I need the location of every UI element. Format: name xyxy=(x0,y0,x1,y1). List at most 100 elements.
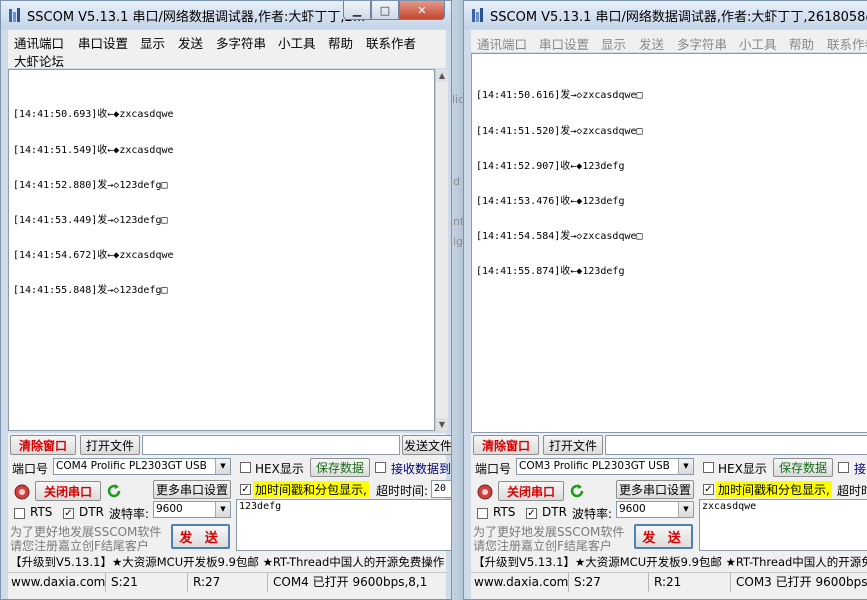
close-port-button[interactable]: 关闭串口 xyxy=(498,481,564,501)
menu-comm-port[interactable]: 通讯端口 xyxy=(14,33,64,52)
file-path-input[interactable] xyxy=(142,435,400,455)
menu-send[interactable]: 发送 xyxy=(639,34,664,53)
dtr-label: DTR xyxy=(542,505,567,519)
window-title: SSCOM V5.13.1 串口/网络数据调试器,作者:大虾丁丁,2618058… xyxy=(490,10,867,25)
recv-to-file-checkbox[interactable] xyxy=(838,462,849,473)
promo-text-2: 请您注册嘉立创F结尾客户 xyxy=(10,539,149,553)
clear-window-button[interactable]: 清除窗口 xyxy=(10,435,76,455)
menu-contact-author[interactable]: 联系作者 xyxy=(827,34,867,53)
save-data-button[interactable]: 保存数据 xyxy=(773,458,833,477)
menu-multi-string[interactable]: 多字符串 xyxy=(216,33,266,52)
receive-scrollbar[interactable]: ▲ ▼ xyxy=(435,69,448,431)
timeout-label: 超时时 xyxy=(837,484,867,498)
log-line: [14:41:53.476]收←◆123defg xyxy=(476,195,625,207)
title-bar[interactable]: SSCOM V5.13.1 串口/网络数据调试器,作者:大虾丁丁,2618058… xyxy=(464,1,867,29)
save-data-button[interactable]: 保存数据 xyxy=(310,458,370,477)
timestamp-checkbox[interactable]: ✓ xyxy=(240,484,251,495)
sscom-window-left: SSCOM V5.13.1 串口/网络数据调试器,作者:大虾丁丁,2... ▁ … xyxy=(0,0,452,600)
timeout-input[interactable]: 20 xyxy=(431,480,451,498)
chevron-down-icon: ▼ xyxy=(215,459,230,474)
log-line: [14:41:53.449]发→◇123defg□ xyxy=(13,214,168,226)
status-sent-count: S:27 xyxy=(571,573,649,592)
timestamp-label: 加时间戳和分包显示, xyxy=(716,481,832,498)
log-line: [14:41:52.880]发→◇123defg□ xyxy=(13,179,168,191)
menu-display[interactable]: 显示 xyxy=(601,34,626,53)
open-file-button[interactable]: 打开文件 xyxy=(543,435,603,455)
port-select-value: COM3 Prolific PL2303GT USB xyxy=(519,460,670,472)
menu-help[interactable]: 帮助 xyxy=(328,33,353,52)
dtr-checkbox[interactable]: ✓ xyxy=(526,508,537,519)
timestamp-checkbox[interactable]: ✓ xyxy=(703,484,714,495)
hex-display-checkbox[interactable] xyxy=(703,462,714,473)
log-line: [14:41:54.584]发→◇zxcasdqwe□ xyxy=(476,230,643,242)
port-label: 端口号 xyxy=(475,462,512,476)
promo-text-2: 请您注册嘉立创F结尾客户 xyxy=(473,539,612,553)
send-input[interactable]: 123defg xyxy=(236,499,451,551)
menu-send[interactable]: 发送 xyxy=(178,33,203,52)
baud-rate-select[interactable]: 9600 ▼ xyxy=(616,501,694,518)
log-line: [14:41:55.874]收←◆123defg xyxy=(476,265,625,277)
refresh-icon[interactable] xyxy=(568,482,586,500)
baud-rate-select[interactable]: 9600 ▼ xyxy=(153,501,231,518)
scroll-down-icon[interactable]: ▼ xyxy=(436,418,448,431)
send-button[interactable]: 发 送 xyxy=(171,524,230,549)
port-select-value: COM4 Prolific PL2303GT USB xyxy=(56,460,207,472)
send-file-button[interactable]: 发送文件 xyxy=(402,435,451,455)
dtr-label: DTR xyxy=(79,505,104,519)
refresh-icon[interactable] xyxy=(105,482,123,500)
menu-contact-author[interactable]: 联系作者 xyxy=(366,33,416,52)
rts-label: RTS xyxy=(30,505,53,519)
recv-to-file-label: 接收 xyxy=(854,462,867,476)
rts-checkbox[interactable] xyxy=(14,508,25,519)
receive-area[interactable]: [14:41:50.693]收←◆zxcasdqwe [14:41:51.549… xyxy=(8,69,435,431)
port-select[interactable]: COM4 Prolific PL2303GT USB ▼ xyxy=(53,458,231,475)
status-bar: www.daxia.com S:27 R:21 COM3 已打开 9600bps xyxy=(471,572,867,593)
menu-serial-settings[interactable]: 串口设置 xyxy=(539,34,589,53)
log-line: [14:41:51.520]发→◇zxcasdqwe□ xyxy=(476,125,643,137)
rts-checkbox[interactable] xyxy=(477,508,488,519)
recv-to-file-checkbox[interactable] xyxy=(375,462,386,473)
status-website[interactable]: www.daxia.com xyxy=(8,573,106,592)
menu-tools[interactable]: 小工具 xyxy=(739,34,777,53)
menu-comm-port[interactable]: 通讯端口 xyxy=(477,34,527,53)
clear-window-button[interactable]: 清除窗口 xyxy=(473,435,539,455)
port-select[interactable]: COM3 Prolific PL2303GT USB ▼ xyxy=(516,458,694,475)
minimize-icon[interactable]: ▁ xyxy=(343,1,371,20)
menu-display[interactable]: 显示 xyxy=(140,33,165,52)
timeout-label: 超时时间: xyxy=(376,484,429,498)
log-line: [14:41:52.907]收←◆123defg xyxy=(476,160,625,172)
maximize-icon[interactable]: □ xyxy=(371,1,399,20)
menu-tools[interactable]: 小工具 xyxy=(278,33,316,52)
port-status-icon xyxy=(477,484,493,500)
file-path-input[interactable] xyxy=(605,435,867,455)
recv-to-file-label: 接收数据到 xyxy=(391,462,452,476)
send-button[interactable]: 发 送 xyxy=(634,524,693,549)
menu-multi-string[interactable]: 多字符串 xyxy=(677,34,727,53)
more-serial-settings-button[interactable]: 更多串口设置 xyxy=(616,480,694,499)
menu-help[interactable]: 帮助 xyxy=(789,34,814,53)
hex-display-checkbox[interactable] xyxy=(240,462,251,473)
receive-area[interactable]: [14:41:50.616]发→◇zxcasdqwe□ [14:41:51.52… xyxy=(471,53,867,433)
send-input[interactable]: zxcasdqwe xyxy=(699,499,867,551)
menu-serial-settings[interactable]: 串口设置 xyxy=(78,33,128,52)
news-ticker[interactable]: 【升级到V5.13.1】★大资源MCU开发板9.9包邮 ★RT-Thread中国… xyxy=(10,554,444,570)
dtr-checkbox[interactable]: ✓ xyxy=(63,508,74,519)
sscom-app-icon xyxy=(472,8,483,22)
close-port-button[interactable]: 关闭串口 xyxy=(35,481,101,501)
chevron-down-icon: ▼ xyxy=(678,502,693,517)
scroll-up-icon[interactable]: ▲ xyxy=(436,69,448,82)
open-file-button[interactable]: 打开文件 xyxy=(80,435,140,455)
more-serial-settings-button[interactable]: 更多串口设置 xyxy=(153,480,231,499)
timestamp-label: 加时间戳和分包显示, xyxy=(253,481,369,498)
title-bar[interactable]: SSCOM V5.13.1 串口/网络数据调试器,作者:大虾丁丁,2... ▁ … xyxy=(1,1,451,29)
window-gap: lic d nt ig xyxy=(452,0,464,600)
news-ticker[interactable]: 【升级到V5.13.1】★大资源MCU开发板9.9包邮 ★RT-Thread中国… xyxy=(473,554,867,570)
window-controls: ▁ □ ✕ xyxy=(343,1,445,21)
status-bar: www.daxia.com S:21 R:27 COM4 已打开 9600bps… xyxy=(8,572,446,593)
chevron-down-icon: ▼ xyxy=(678,459,693,474)
menu-forum[interactable]: 大虾论坛 xyxy=(14,51,64,70)
chevron-down-icon: ▼ xyxy=(215,502,230,517)
close-icon[interactable]: ✕ xyxy=(399,1,445,20)
status-website[interactable]: www.daxia.com xyxy=(471,573,569,592)
menu-bar: 通讯端口 串口设置 显示 发送 多字符串 小工具 帮助 联系作者 大虾论坛 xyxy=(8,30,446,70)
